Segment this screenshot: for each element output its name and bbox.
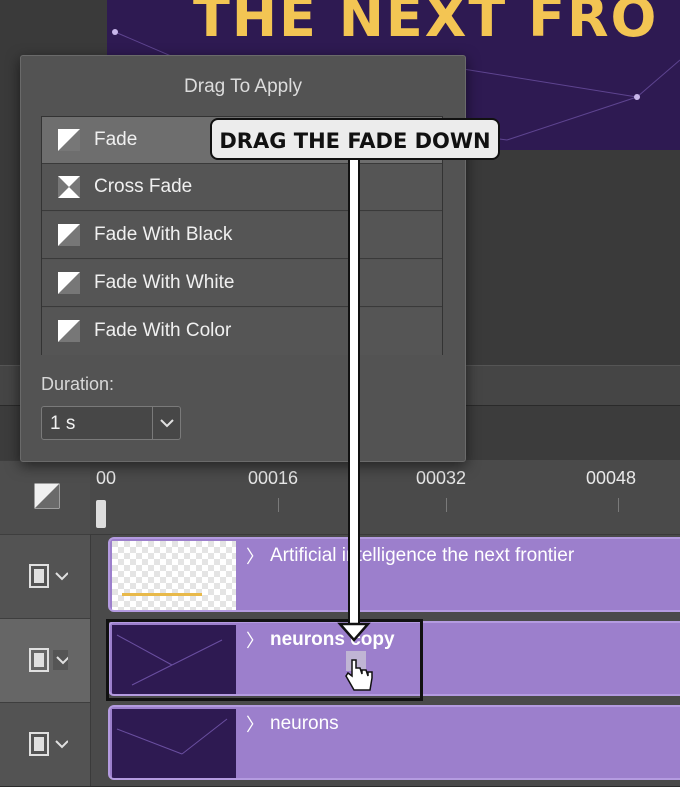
clip-track-3[interactable]: 〉 neurons bbox=[108, 705, 680, 780]
clip-thumbnail bbox=[112, 541, 236, 610]
chevron-right-icon[interactable]: 〉 bbox=[246, 543, 264, 569]
time-ruler[interactable]: 00 00016 00032 00048 bbox=[90, 460, 680, 535]
transition-item-fade-with-black[interactable]: Fade With Black bbox=[42, 212, 442, 259]
network-thumbnail bbox=[116, 718, 228, 755]
film-strip-icon[interactable] bbox=[28, 731, 68, 757]
cross-fade-icon bbox=[58, 176, 80, 198]
callout-text: DRAG THE FADE DOWN bbox=[219, 129, 491, 153]
canvas-title-text: THE NEXT FRO bbox=[193, 0, 659, 49]
transition-header-cell bbox=[0, 460, 90, 535]
transition-label: Cross Fade bbox=[94, 176, 193, 197]
drag-arrow-shaft bbox=[348, 160, 360, 625]
fade-icon bbox=[58, 129, 80, 151]
fade-icon bbox=[58, 320, 80, 342]
film-strip-icon[interactable] bbox=[28, 563, 68, 589]
duration-label: Duration: bbox=[41, 374, 115, 394]
tick-label: 00 bbox=[96, 468, 117, 488]
transition-label: Fade With Black bbox=[94, 224, 233, 245]
drag-to-apply-panel: Drag To Apply Fade Cross Fade Fade With … bbox=[20, 55, 466, 462]
transition-item-cross-fade[interactable]: Cross Fade bbox=[42, 164, 442, 211]
thumbnail-text-line bbox=[122, 593, 202, 596]
duration-select[interactable]: 1 s bbox=[41, 406, 181, 440]
track-header-2 bbox=[0, 618, 90, 703]
clip-name: neurons bbox=[270, 713, 339, 734]
duration-value: 1 s bbox=[50, 413, 76, 434]
clip-track-1[interactable]: 〉 Artificial intelligence the next front… bbox=[108, 537, 680, 612]
tick-label: 00016 bbox=[248, 468, 299, 488]
transition-label: Fade bbox=[94, 129, 138, 150]
duration-dropdown-button[interactable] bbox=[152, 407, 181, 439]
track-header-1 bbox=[0, 534, 90, 619]
hand-cursor-icon bbox=[345, 659, 373, 691]
chevron-right-icon[interactable]: 〉 bbox=[246, 711, 264, 737]
track-header-column bbox=[0, 460, 91, 786]
fade-icon bbox=[58, 272, 80, 294]
tick-label: 00032 bbox=[416, 468, 467, 488]
clip-thumbnail bbox=[112, 709, 236, 778]
transition-icon[interactable] bbox=[34, 483, 60, 509]
tick-label: 00048 bbox=[586, 468, 637, 488]
fade-icon bbox=[58, 224, 80, 246]
track-header-3 bbox=[0, 702, 90, 787]
playhead-handle[interactable] bbox=[96, 500, 106, 528]
panel-title: Drag To Apply bbox=[184, 76, 302, 97]
film-strip-icon[interactable] bbox=[28, 647, 68, 673]
ruler-tick bbox=[278, 498, 279, 512]
transition-item-fade-with-white[interactable]: Fade With White bbox=[42, 260, 442, 307]
ruler-tick bbox=[618, 498, 619, 512]
drag-arrow-head bbox=[337, 622, 371, 642]
ruler-tick bbox=[446, 498, 447, 512]
clip-name: Artificial intelligence the next frontie… bbox=[270, 545, 575, 566]
annotation-callout: DRAG THE FADE DOWN bbox=[210, 118, 500, 160]
transition-label: Fade With Color bbox=[94, 320, 232, 341]
transition-label: Fade With White bbox=[94, 272, 235, 293]
chevron-down-icon bbox=[160, 419, 174, 428]
transition-item-fade-with-color[interactable]: Fade With Color bbox=[42, 308, 442, 355]
